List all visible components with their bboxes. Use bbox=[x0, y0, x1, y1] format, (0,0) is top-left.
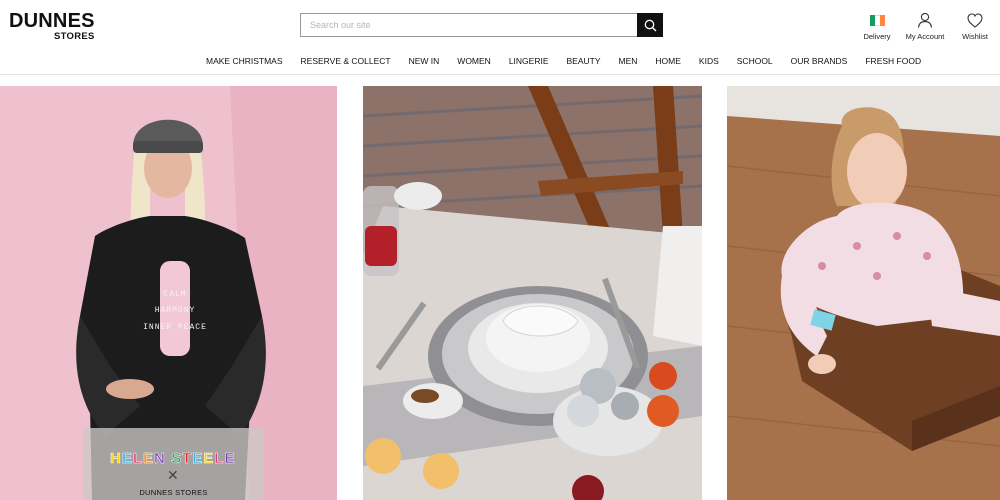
nav-our-brands[interactable]: OUR BRANDS bbox=[791, 56, 848, 66]
nav-home[interactable]: HOME bbox=[655, 56, 681, 66]
search-input[interactable] bbox=[301, 14, 639, 36]
nav-men[interactable]: MEN bbox=[619, 56, 638, 66]
wishlist-label: Wishlist bbox=[962, 32, 988, 41]
search-button[interactable] bbox=[637, 13, 663, 37]
nav-make-christmas[interactable]: MAKE CHRISTMAS bbox=[206, 56, 283, 66]
christmas-table-illustration bbox=[363, 86, 702, 500]
collaboration-badge: HELEN STEELE ✕ DUNNES STORES bbox=[83, 428, 264, 500]
nav-women[interactable]: WOMEN bbox=[457, 56, 491, 66]
nav-kids[interactable]: KIDS bbox=[699, 56, 719, 66]
nav-new-in[interactable]: NEW IN bbox=[409, 56, 440, 66]
child-in-crate-illustration bbox=[727, 86, 1000, 500]
promo-tile-fashion[interactable]: CALM HARMONY INNER PEACE HELEN STEELE ✕ … bbox=[0, 86, 337, 500]
brand-letter: E bbox=[203, 450, 215, 468]
brand-letter: N bbox=[154, 450, 166, 468]
ireland-flag-icon bbox=[869, 14, 885, 26]
collaboration-separator: ✕ bbox=[167, 467, 179, 483]
nav-lingerie[interactable]: LINGERIE bbox=[509, 56, 549, 66]
delivery-label: Delivery bbox=[863, 32, 891, 41]
shirt-text-line-3: INNER PEACE bbox=[143, 323, 207, 332]
search-bar bbox=[300, 13, 663, 37]
helen-steele-logo: HELEN STEELE bbox=[110, 450, 236, 468]
promo-tile-kids[interactable] bbox=[727, 86, 1000, 500]
nav-reserve-collect[interactable]: RESERVE & COLLECT bbox=[301, 56, 391, 66]
brand-letter: L bbox=[132, 450, 144, 468]
partner-name: DUNNES STORES bbox=[139, 488, 208, 497]
my-account-label: My Account bbox=[905, 32, 945, 41]
shirt-text-line-2: HARMONY bbox=[154, 306, 196, 315]
search-icon bbox=[644, 19, 656, 31]
logo-line-1: DUNNES bbox=[9, 10, 95, 32]
wishlist-link[interactable]: Wishlist bbox=[959, 10, 991, 41]
my-account-link[interactable]: My Account bbox=[903, 10, 947, 41]
nav-fresh-food[interactable]: FRESH FOOD bbox=[865, 56, 921, 66]
flag-stripe-orange bbox=[879, 14, 885, 26]
brand-letter: T bbox=[182, 450, 193, 468]
site-header: DUNNES STORES Delivery My Account Wishli… bbox=[0, 0, 1000, 75]
brand-letter: E bbox=[224, 450, 236, 468]
promo-tile-home[interactable] bbox=[363, 86, 702, 500]
brand-letter: E bbox=[143, 450, 155, 468]
brand-letter: E bbox=[192, 450, 204, 468]
delivery-link[interactable]: Delivery bbox=[862, 10, 892, 41]
user-icon bbox=[917, 12, 933, 28]
brand-letter: H bbox=[110, 450, 122, 468]
brand-letter: S bbox=[171, 450, 183, 468]
logo-line-2: STORES bbox=[53, 31, 95, 42]
brand-letter: L bbox=[214, 450, 225, 468]
dunnes-stores-logo[interactable]: DUNNES STORES bbox=[9, 11, 95, 42]
shirt-text-line-1: CALM bbox=[163, 290, 187, 299]
nav-beauty[interactable]: BEAUTY bbox=[567, 56, 601, 66]
main-navigation: MAKE CHRISTMAS RESERVE & COLLECT NEW IN … bbox=[206, 56, 939, 66]
heart-icon bbox=[967, 12, 983, 28]
nav-school[interactable]: SCHOOL bbox=[737, 56, 773, 66]
brand-letter: E bbox=[121, 450, 133, 468]
